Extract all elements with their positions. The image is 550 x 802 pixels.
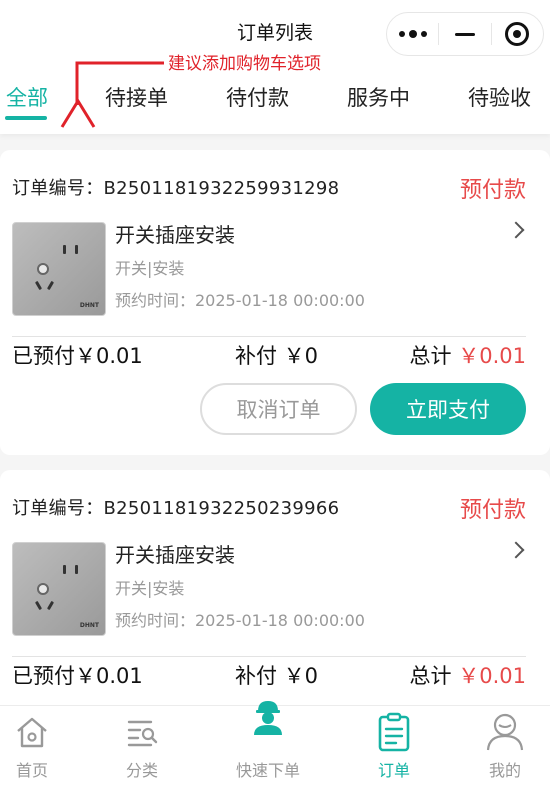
order-status-tabs: 全部 待接单 待付款 服务中 待验收 <box>0 68 550 134</box>
total-amount: 总计 ￥0.01 <box>409 664 526 688</box>
active-tab-indicator <box>5 116 47 120</box>
cancel-order-button[interactable]: 取消订单 <box>200 383 357 435</box>
supplement-amount: 补付 ￥0 <box>235 664 319 688</box>
more-button[interactable] <box>387 13 438 55</box>
supplement-amount: 补付 ￥0 <box>235 344 319 368</box>
order-icon <box>378 712 410 752</box>
divider <box>12 336 526 337</box>
close-target-icon <box>505 22 530 46</box>
service-name: 开关插座安装 <box>115 543 235 567</box>
nav-quick-order[interactable]: 快速下单 <box>213 701 323 802</box>
nav-home[interactable]: 首页 <box>0 706 87 802</box>
service-thumbnail: DHNT <box>12 542 106 636</box>
nav-category[interactable]: 分类 <box>87 706 197 802</box>
mini-program-capsule <box>386 12 544 56</box>
order-number: 订单编号：B2501181932259931298 <box>12 178 340 199</box>
service-thumbnail: DHNT <box>12 222 106 316</box>
order-card[interactable]: 订单编号：B2501181932259931298 预付款 DHNT 开关插座安… <box>0 150 550 455</box>
profile-icon <box>486 713 524 751</box>
appointment-time: 预约时间：2025-01-18 00:00:00 <box>115 611 365 630</box>
pay-now-button[interactable]: 立即支付 <box>370 383 526 435</box>
worker-icon <box>254 701 282 735</box>
prepaid-amount: 已预付￥0.01 <box>12 664 143 688</box>
home-icon <box>17 717 47 748</box>
annotation-note: 建议添加购物车选项 <box>168 54 321 74</box>
more-dots-icon <box>398 29 427 38</box>
chevron-right-icon[interactable] <box>507 221 525 239</box>
tab-all[interactable]: 全部 <box>6 82 48 112</box>
order-number: 订单编号：B2501181932250239966 <box>12 498 340 519</box>
tab-pending-payment[interactable]: 待付款 <box>226 82 289 112</box>
category-icon <box>127 720 158 747</box>
close-miniprogram-button[interactable] <box>492 13 543 55</box>
nav-profile[interactable]: 我的 <box>450 706 550 802</box>
divider <box>12 656 526 657</box>
service-tags: 开关|安装 <box>115 579 185 598</box>
order-status: 预付款 <box>459 498 526 523</box>
service-tags: 开关|安装 <box>115 259 185 278</box>
total-amount: 总计 ￥0.01 <box>409 344 526 368</box>
chevron-right-icon[interactable] <box>507 541 525 559</box>
tab-in-service[interactable]: 服务中 <box>347 82 410 112</box>
order-status: 预付款 <box>459 178 526 203</box>
bottom-nav: 首页 分类 快速下单 订单 我的 <box>0 701 550 802</box>
nav-orders[interactable]: 订单 <box>339 706 449 802</box>
appointment-time: 预约时间：2025-01-18 00:00:00 <box>115 291 365 310</box>
tab-pending-accept[interactable]: 待接单 <box>105 82 168 112</box>
service-name: 开关插座安装 <box>115 223 235 247</box>
minimize-button[interactable] <box>439 13 490 55</box>
minimize-icon <box>454 32 475 36</box>
prepaid-amount: 已预付￥0.01 <box>12 344 143 368</box>
tab-pending-check[interactable]: 待验收 <box>468 82 531 112</box>
